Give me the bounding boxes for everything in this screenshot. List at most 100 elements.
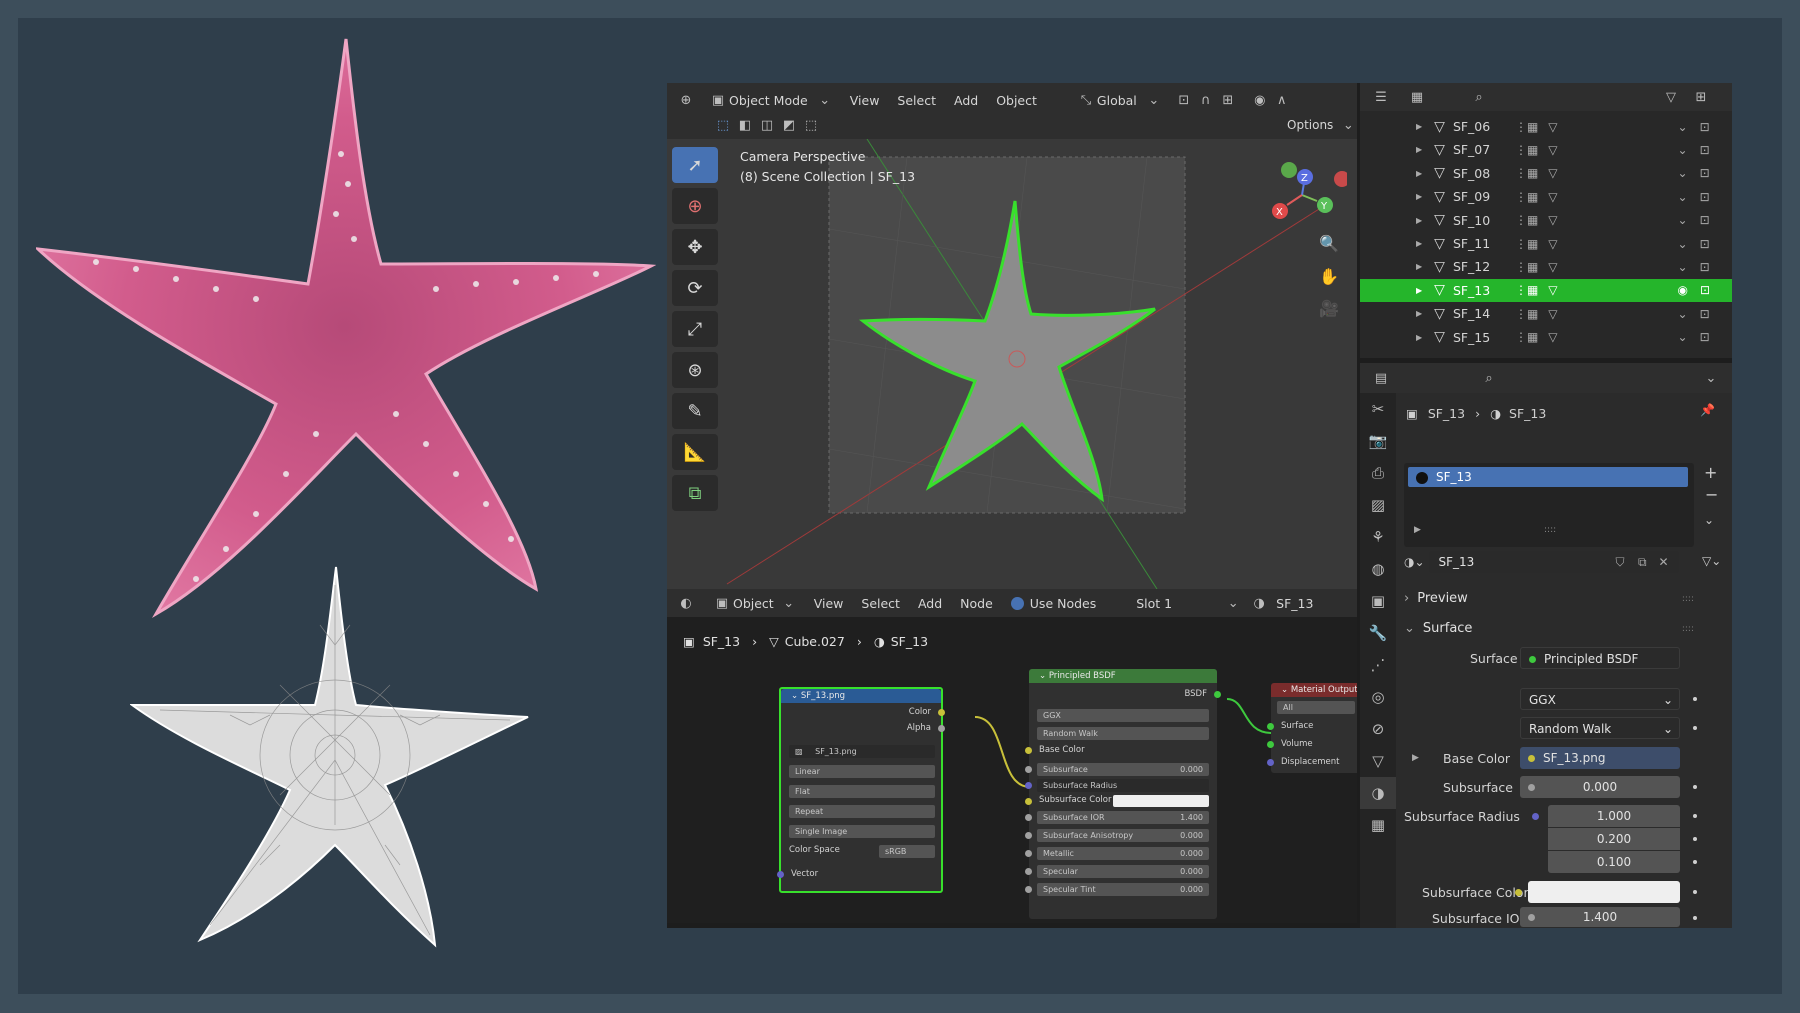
render-camera-icon[interactable]: ⊡ bbox=[1700, 143, 1710, 157]
surface-panel-header[interactable]: ⌄ Surface :::: bbox=[1404, 617, 1694, 641]
navigation-gizmo[interactable]: Z Y X bbox=[1257, 139, 1347, 229]
visibility-eye-icon[interactable]: ⌄ bbox=[1678, 237, 1688, 251]
expand-triangle-icon[interactable]: ▶ bbox=[1416, 122, 1422, 131]
displacement-input-socket[interactable] bbox=[1267, 759, 1274, 766]
preview-panel-header[interactable]: › Preview :::: bbox=[1404, 587, 1694, 611]
tab-material[interactable]: ◑ bbox=[1360, 777, 1396, 809]
tool-cursor[interactable]: ⊕ bbox=[672, 188, 718, 224]
tab-output[interactable]: ⎙ bbox=[1360, 457, 1396, 489]
material-name[interactable]: SF_13 bbox=[1276, 596, 1313, 611]
bsdf-node-header[interactable]: ⌄ Principled BSDF bbox=[1029, 669, 1217, 683]
subsurface-radius-y-field[interactable]: 0.200 bbox=[1548, 828, 1680, 850]
bsdf-subsurface-color-swatch[interactable] bbox=[1113, 795, 1209, 807]
chevron-down-icon[interactable]: ⌄ bbox=[1337, 115, 1359, 135]
subsurface-color-swatch[interactable] bbox=[1528, 881, 1680, 903]
select-mode-new-icon[interactable]: ⬚ bbox=[712, 115, 734, 135]
select-mode-subtract-icon[interactable]: ◫ bbox=[756, 115, 778, 135]
bsdf-subsurface-anisotropy-field[interactable]: Subsurface Anisotropy 0.000 bbox=[1037, 829, 1209, 842]
display-mode-icon[interactable]: ▦ bbox=[1406, 87, 1428, 107]
node-menu-add[interactable]: Add bbox=[918, 596, 942, 611]
expand-triangle-icon[interactable]: ▶ bbox=[1416, 333, 1422, 342]
expand-triangle-icon[interactable]: ▶ bbox=[1412, 753, 1419, 763]
surface-input-socket[interactable] bbox=[1267, 723, 1274, 730]
interpolation-select[interactable]: Linear bbox=[789, 765, 935, 778]
drag-handle-icon[interactable]: :::: bbox=[1682, 617, 1694, 641]
expand-triangle-icon[interactable]: ▶ bbox=[1414, 525, 1421, 535]
bsdf-subsurface-ior-field[interactable]: Subsurface IOR 1.400 bbox=[1037, 811, 1209, 824]
subsurface-radius-z-field[interactable]: 0.100 bbox=[1548, 851, 1680, 873]
visibility-eye-icon[interactable]: ⌄ bbox=[1678, 330, 1688, 344]
tool-add-cube[interactable]: ⧉ bbox=[672, 475, 718, 511]
subsurface-socket[interactable] bbox=[1025, 766, 1032, 773]
distribution-select[interactable]: GGX ⌄ bbox=[1520, 688, 1680, 710]
tab-modifiers[interactable]: 🔧 bbox=[1360, 617, 1396, 649]
shader-type-select[interactable]: Object bbox=[733, 596, 774, 611]
subsurface-ior-field[interactable]: 1.400 bbox=[1520, 907, 1680, 927]
outliner-row[interactable]: ▶ ▽ SF_08 ⋮▦ ▽ ⌄ ⊡ bbox=[1360, 162, 1732, 185]
bsdf-metallic-field[interactable]: Metallic 0.000 bbox=[1037, 847, 1209, 860]
new-collection-icon[interactable]: ⊞ bbox=[1690, 87, 1712, 107]
properties-editor-type-icon[interactable]: ▤ bbox=[1370, 368, 1392, 388]
3d-viewport[interactable]: ➚ ⊕ ✥ ⟳ ⤢ ⊛ ✎ 📐 ⧉ Camera Perspective (8)… bbox=[667, 139, 1357, 589]
keyframe-dot[interactable] bbox=[1693, 726, 1697, 730]
alpha-output-socket[interactable] bbox=[938, 725, 945, 732]
visibility-eye-icon[interactable]: ◉ bbox=[1678, 283, 1688, 297]
material-slot-item[interactable]: SF_13 bbox=[1408, 467, 1688, 487]
tab-data[interactable]: ▽ bbox=[1360, 745, 1396, 777]
projection-select[interactable]: Flat bbox=[789, 785, 935, 798]
keyframe-dot[interactable] bbox=[1693, 837, 1697, 841]
output-node-header[interactable]: ⌄ Material Output bbox=[1271, 683, 1357, 697]
render-camera-icon[interactable]: ⊡ bbox=[1700, 283, 1710, 297]
snap-icon[interactable]: ∩ bbox=[1195, 90, 1217, 110]
expand-triangle-icon[interactable]: ▶ bbox=[1416, 309, 1422, 318]
menu-select[interactable]: Select bbox=[897, 93, 936, 108]
mode-select[interactable]: Object Mode bbox=[729, 93, 808, 108]
filter-icon[interactable]: ▽ bbox=[1660, 87, 1682, 107]
expand-triangle-icon[interactable]: ▶ bbox=[1416, 169, 1422, 178]
extension-select[interactable]: Repeat bbox=[789, 805, 935, 818]
bsdf-subsurface-radius-field[interactable]: Subsurface Radius bbox=[1037, 779, 1209, 792]
menu-object[interactable]: Object bbox=[996, 93, 1037, 108]
keyframe-dot[interactable] bbox=[1693, 890, 1697, 894]
pivot-icon[interactable]: ⊡ bbox=[1173, 90, 1195, 110]
duplicate-icon[interactable]: ⧉ bbox=[1638, 551, 1647, 573]
subsurface-method-select[interactable]: Random Walk bbox=[1037, 727, 1209, 740]
render-camera-icon[interactable]: ⊡ bbox=[1700, 120, 1710, 134]
render-camera-icon[interactable]: ⊡ bbox=[1700, 307, 1710, 321]
select-mode-invert-icon[interactable]: ◩ bbox=[778, 115, 800, 135]
keyframe-dot[interactable] bbox=[1693, 785, 1697, 789]
select-mode-intersect-icon[interactable]: ⬚ bbox=[800, 115, 822, 135]
remove-slot-button[interactable]: − bbox=[1705, 485, 1718, 504]
visibility-eye-icon[interactable]: ⌄ bbox=[1678, 260, 1688, 274]
render-camera-icon[interactable]: ⊡ bbox=[1700, 330, 1710, 344]
outliner-row[interactable]: ▶ ▽ SF_12 ⋮▦ ▽ ⌄ ⊡ bbox=[1360, 255, 1732, 278]
bsdf-output-socket[interactable] bbox=[1214, 691, 1221, 698]
keyframe-dot[interactable] bbox=[1693, 814, 1697, 818]
render-camera-icon[interactable]: ⊡ bbox=[1700, 166, 1710, 180]
outliner-row[interactable]: ▶ ▽ SF_13 ⋮▦ ▽ ◉ ⊡ bbox=[1360, 278, 1732, 302]
render-camera-icon[interactable]: ⊡ bbox=[1700, 190, 1710, 204]
base-color-socket[interactable] bbox=[1025, 747, 1032, 754]
search-icon[interactable]: ⌕ bbox=[1468, 87, 1490, 107]
snap-target-icon[interactable]: ⊞ bbox=[1217, 90, 1239, 110]
outliner-row[interactable]: ▶ ▽ SF_07 ⋮▦ ▽ ⌄ ⊡ bbox=[1360, 138, 1732, 161]
image-datablock-field[interactable]: ▨ SF_13.png bbox=[789, 745, 935, 758]
pan-hand-icon[interactable]: ✋ bbox=[1319, 267, 1339, 286]
gizmo-neg-y[interactable] bbox=[1281, 162, 1297, 178]
shader-editor-type-icon[interactable]: ◐ bbox=[675, 593, 697, 613]
tool-annotate[interactable]: ✎ bbox=[672, 393, 718, 429]
color-output-socket[interactable] bbox=[938, 709, 945, 716]
tab-physics[interactable]: ◎ bbox=[1360, 681, 1396, 713]
tab-texture[interactable]: ▦ bbox=[1360, 809, 1396, 841]
pin-icon[interactable]: 📌 bbox=[1700, 403, 1715, 417]
expand-triangle-icon[interactable]: ▶ bbox=[1416, 239, 1422, 248]
vector-input-socket[interactable] bbox=[777, 871, 784, 878]
node-menu-select[interactable]: Select bbox=[861, 596, 900, 611]
tool-move[interactable]: ✥ bbox=[672, 229, 718, 265]
tab-constraints[interactable]: ⊘ bbox=[1360, 713, 1396, 745]
metallic-socket[interactable] bbox=[1025, 850, 1032, 857]
principled-bsdf-node[interactable]: ⌄ Principled BSDF BSDF GGX Random Walk B… bbox=[1025, 669, 1221, 919]
outliner-row[interactable]: ▶ ▽ SF_10 ⋮▦ ▽ ⌄ ⊡ bbox=[1360, 209, 1732, 232]
image-texture-node[interactable]: ⌄ SF_13.png Color Alpha ▨ SF_13.png Line… bbox=[777, 687, 945, 893]
expand-triangle-icon[interactable]: ▶ bbox=[1416, 145, 1422, 154]
